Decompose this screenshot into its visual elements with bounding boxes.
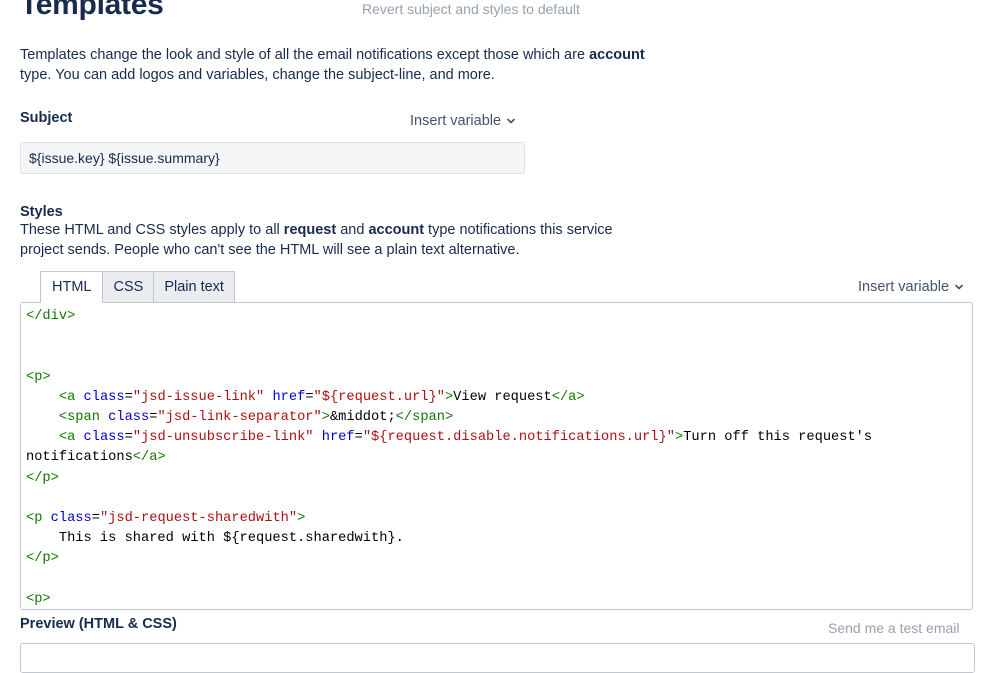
code-token: class: [108, 410, 150, 426]
intro-text: Templates change the look and style of a…: [20, 45, 680, 85]
code-line: <a class="jsd-unsubscribe-link" href="${…: [26, 428, 972, 448]
code-token: </div>: [26, 309, 76, 324]
code-token: <a: [58, 389, 84, 405]
code-line: notifications</a>: [26, 448, 972, 468]
intro-bold-account: account: [589, 47, 645, 63]
send-test-email-link[interactable]: Send me a test email: [828, 620, 960, 636]
intro-text-part: Templates change the look and style of a…: [20, 47, 590, 63]
code-line: <a class="jsd-issue-link" href="${reques…: [26, 388, 972, 408]
insert-variable-label: Insert variable: [410, 113, 502, 129]
code-token: This is shared with ${request.sharedwith…: [26, 531, 404, 547]
chevron-down-icon: [955, 284, 963, 290]
code-line: <p class="jsd-request-sharedwith">: [26, 509, 972, 529]
code-line: <p>: [26, 368, 972, 388]
preview-label: Preview (HTML & CSS): [20, 616, 177, 632]
code-token: =: [354, 430, 363, 446]
code-token: href: [272, 389, 306, 405]
subject-input[interactable]: [20, 142, 525, 174]
code-token: &middot;: [329, 410, 396, 426]
code-token: =: [91, 511, 100, 527]
tab-html[interactable]: HTML: [40, 271, 104, 303]
code-token: View request: [453, 389, 552, 405]
subject-label: Subject: [20, 110, 73, 126]
styles-desc-part: These HTML and CSS styles apply to all: [20, 222, 284, 238]
styles-desc-part: and: [336, 222, 369, 238]
intro-text-part: type. You can add logos and variables, c…: [20, 67, 495, 83]
code-token: "jsd-issue-link": [132, 389, 265, 405]
code-token: >: [297, 511, 306, 527]
code-token: "jsd-unsubscribe-link": [132, 430, 314, 446]
revert-to-default-link[interactable]: Revert subject and styles to default: [362, 1, 580, 17]
code-token: =: [124, 389, 133, 405]
code-token: href: [321, 430, 355, 446]
code-token: "jsd-request-sharedwith": [99, 511, 298, 527]
styles-bold-account: account: [368, 222, 425, 238]
code-content[interactable]: </div> <p> <a class="jsd-issue-link" hre…: [21, 303, 972, 609]
code-token: </p>: [26, 470, 59, 486]
code-token: >: [444, 389, 454, 405]
code-token: <p>: [26, 369, 51, 385]
code-token: =: [124, 430, 133, 446]
code-line: <p>: [26, 590, 972, 609]
tab-plain-text[interactable]: Plain text: [154, 271, 235, 302]
preview-frame: [20, 643, 975, 673]
code-token: =: [305, 389, 314, 405]
code-token: </span>: [395, 410, 454, 426]
code-token: class: [83, 430, 125, 446]
code-token: class: [50, 511, 92, 527]
code-token: <a: [58, 430, 84, 446]
code-token: "${request.disable.notifications.url}": [362, 430, 675, 446]
html-code-editor[interactable]: </div> <p> <a class="jsd-issue-link" hre…: [20, 302, 973, 610]
styles-tab-bar: HTML CSS Plain text: [40, 271, 235, 303]
code-token: notifications: [26, 450, 133, 466]
chevron-down-icon: [507, 118, 515, 124]
subject-insert-variable-dropdown[interactable]: Insert variable: [410, 113, 517, 129]
code-line: </div>: [26, 307, 972, 327]
code-token: <p>: [26, 591, 51, 607]
code-token: "${request.url}": [313, 389, 445, 405]
code-token: </p>: [26, 551, 59, 567]
code-token: >: [321, 410, 330, 426]
code-token: class: [83, 389, 125, 405]
page-title: Templates: [20, 0, 164, 21]
code-token: </a>: [551, 389, 585, 405]
code-token: "jsd-link-separator": [157, 410, 322, 426]
tab-css[interactable]: CSS: [103, 271, 155, 302]
styles-description: These HTML and CSS styles apply to all r…: [20, 220, 660, 260]
code-line: <span class="jsd-link-separator">&middot…: [26, 408, 972, 428]
code-token: <p: [26, 511, 51, 527]
code-token: >: [674, 430, 684, 446]
code-line: </p>: [26, 469, 972, 489]
styles-insert-variable-dropdown[interactable]: Insert variable: [858, 279, 965, 295]
insert-variable-label: Insert variable: [858, 279, 950, 295]
code-line: This is shared with ${request.sharedwith…: [26, 529, 972, 549]
code-line: </p>: [26, 549, 972, 569]
styles-bold-request: request: [283, 222, 337, 238]
code-token: </a>: [132, 450, 166, 466]
code-token: <span: [58, 410, 109, 426]
code-token: Turn off this request's: [683, 430, 873, 446]
styles-label: Styles: [20, 204, 63, 220]
